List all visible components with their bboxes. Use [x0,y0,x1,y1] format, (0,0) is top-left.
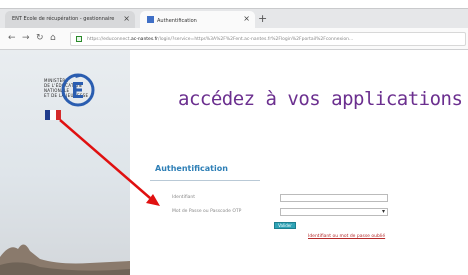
tab-ent-label: ENT Ecole de récupération - gestionnaire [12,16,115,22]
tab-strip: ENT Ecole de récupération - gestionnaire… [0,8,468,29]
auth-title: Authentification [155,164,228,173]
identifier-label: Identifiant [172,195,196,200]
url-path: /login/?service=https%3A%2F%2Fent.ac-nan… [158,37,354,42]
reload-icon[interactable]: ↻ [36,33,44,43]
education-logo-icon [61,73,95,107]
identifier-input[interactable] [280,194,388,202]
back-icon[interactable]: ← [8,33,16,43]
submit-button[interactable]: Valider [274,222,296,229]
favicon-icon [147,16,154,23]
close-tab-icon[interactable]: × [243,14,250,23]
landscape-image [0,244,130,275]
forward-icon[interactable]: → [22,33,30,43]
tab-ent[interactable]: ENT Ecole de récupération - gestionnaire… [5,11,135,29]
republic-flag-icon [45,110,61,120]
close-tab-icon[interactable]: × [123,14,130,23]
chevron-down-icon: ▾ [381,208,385,215]
page-content: MINISTÈRE DE L'ÉDUCATION NATIONALE ET DE… [0,50,468,275]
forgot-credentials-link[interactable]: Identifiant ou mot de passe oublié [308,234,385,239]
authentication-form: Authentification Identifiant Mot de Pass… [150,160,398,248]
home-icon[interactable]: ⌂ [50,33,56,43]
side-panel: MINISTÈRE DE L'ÉDUCATION NATIONALE ET DE… [0,50,130,275]
browser-window: ENT Ecole de récupération - gestionnaire… [0,0,468,275]
password-label: Mot de Passe ou Passcode OTP [172,209,242,214]
lock-icon [76,36,82,42]
page-headline: accédez à vos applications [178,88,463,110]
url-domain: .ac-nantes.fr [129,37,159,42]
password-input[interactable]: ▾ [280,208,388,216]
tab-authentification[interactable]: Authentification × [140,11,255,29]
url-prefix: https://educonnect [87,37,130,42]
new-tab-button[interactable]: + [258,12,267,25]
tab-authentification-label: Authentification [157,18,197,24]
address-bar[interactable]: https://educonnect.ac-nantes.fr/login/?s… [70,32,466,46]
address-toolbar: ← → ↻ ⌂ https://educonnect.ac-nantes.fr/… [0,28,468,50]
auth-divider [150,180,260,181]
